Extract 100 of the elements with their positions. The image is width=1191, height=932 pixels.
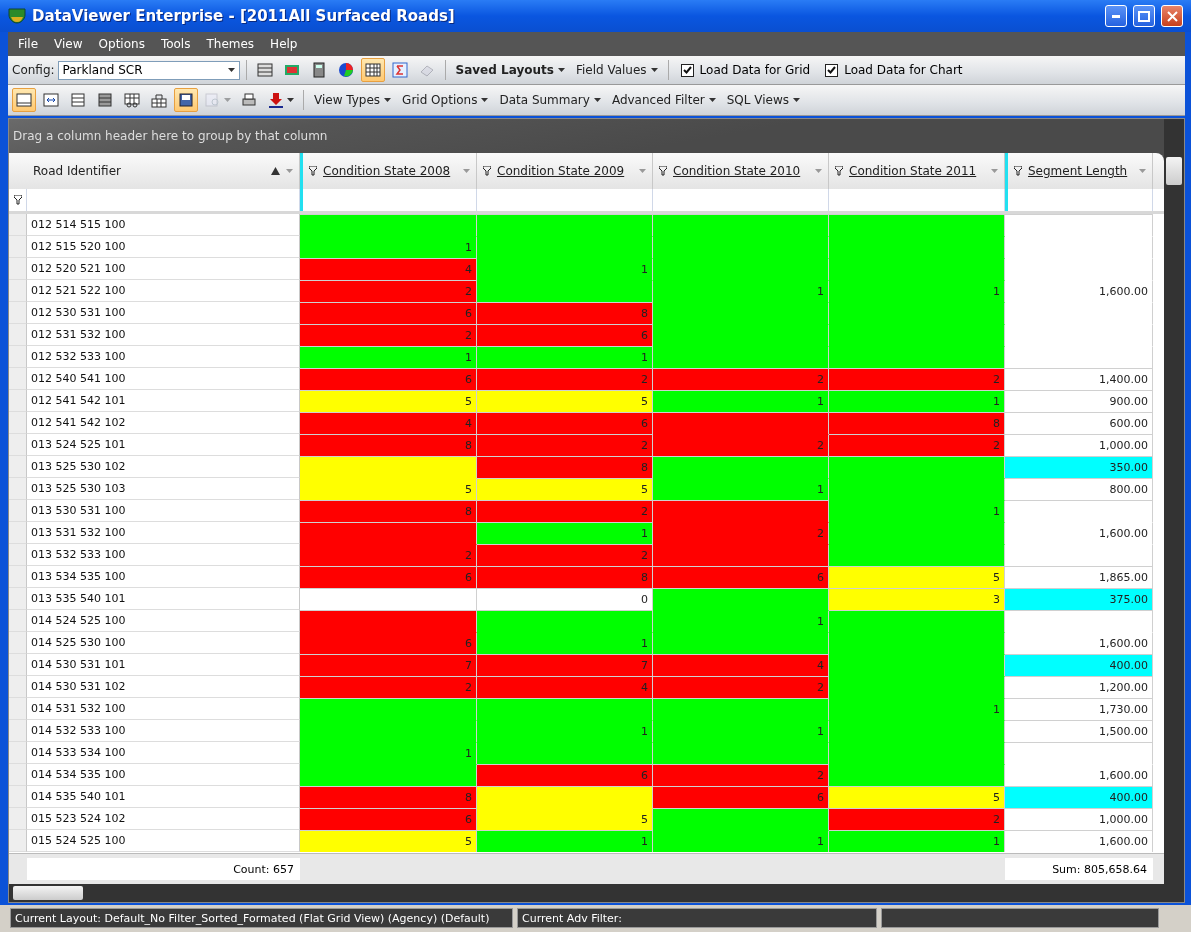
table-cell: 8 [300, 786, 477, 808]
dropdown-menu-button[interactable]: Grid Options [398, 93, 493, 107]
table-cell: 6 [477, 412, 653, 434]
list-icon [96, 91, 114, 109]
config-dropdown[interactable]: Parkland SCR [57, 60, 240, 80]
row-selector[interactable] [9, 258, 27, 280]
row-selector[interactable] [9, 830, 27, 852]
table-cell: 6 [477, 324, 653, 346]
dropdown-menu-button[interactable]: Saved Layouts [451, 63, 569, 77]
table-cell: 2 [477, 434, 653, 456]
caret-icon [639, 169, 646, 173]
table-cell: 2 [829, 808, 1005, 830]
maximize-button[interactable] [1133, 5, 1155, 27]
row-selector[interactable] [9, 500, 27, 522]
save-icon [177, 91, 195, 109]
save-button[interactable] [174, 88, 198, 112]
row-selector[interactable] [9, 566, 27, 588]
horizontal-scrollbar[interactable] [9, 884, 1184, 902]
table-cell: 350.00 [1005, 456, 1153, 478]
dropdown-menu-button[interactable]: View Types [310, 93, 396, 107]
checkbox[interactable]: Load Data for Chart [819, 63, 969, 77]
filter-cell[interactable] [300, 189, 477, 211]
checkbox[interactable]: Load Data for Grid [674, 63, 817, 77]
filter-cell[interactable] [1005, 189, 1153, 211]
table-cell: 012 521 522 100 [27, 280, 300, 302]
table-button[interactable] [360, 58, 385, 82]
table-cell: 8 [829, 412, 1005, 434]
row-selector[interactable] [9, 698, 27, 720]
row-selector[interactable] [9, 368, 27, 390]
row-selector[interactable] [9, 632, 27, 654]
row-selector[interactable] [9, 654, 27, 676]
caret-icon [708, 98, 716, 102]
table-cell: 013 525 530 102 [27, 456, 300, 478]
dropdown-menu-button[interactable]: SQL Views [722, 93, 804, 107]
table-cell: 1 [653, 610, 829, 632]
scrollbar-thumb[interactable] [13, 886, 83, 900]
dropdown-menu-button[interactable]: Advanced Filter [607, 93, 720, 107]
table-cell: 2 [653, 368, 829, 390]
lines-icon [255, 61, 274, 79]
minimize-button[interactable] [1105, 5, 1127, 27]
row-selector[interactable] [9, 302, 27, 324]
table-cell: 013 524 525 101 [27, 434, 300, 456]
table-cell: 1,200.00 [1005, 676, 1153, 698]
row-selector[interactable] [9, 544, 27, 566]
caret-icon [463, 169, 470, 173]
row-selector[interactable] [9, 280, 27, 302]
table-cell: 014 535 540 101 [27, 786, 300, 808]
row-selector[interactable] [9, 390, 27, 412]
row-selector[interactable] [9, 478, 27, 500]
row-selector[interactable] [9, 764, 27, 786]
menu-item[interactable]: View [48, 35, 89, 53]
table-cell: 012 531 532 100 [27, 324, 300, 346]
row-selector[interactable] [9, 324, 27, 346]
table-cell: 1,600.00 [1005, 830, 1153, 852]
vertical-scrollbar[interactable] [1164, 119, 1184, 884]
table-cell: 1 [477, 522, 653, 544]
row-selector[interactable] [9, 434, 27, 456]
table-cell: 2 [653, 764, 829, 786]
row-selector[interactable] [9, 610, 27, 632]
table-cell: 1,400.00 [1005, 368, 1153, 390]
row-selector[interactable] [9, 808, 27, 830]
menu-item[interactable]: Options [92, 35, 151, 53]
menu-item[interactable]: File [12, 35, 45, 53]
table-cell: 013 532 533 100 [27, 544, 300, 566]
table-cell: 4 [653, 654, 829, 676]
table-cell: 7 [300, 654, 477, 676]
menu-item[interactable]: Help [264, 35, 304, 53]
table-cell: 400.00 [1005, 786, 1153, 808]
table-cell: 014 532 533 100 [27, 720, 300, 742]
sum-summary: Sum: 805,658.64 [1005, 858, 1153, 880]
row-selector[interactable] [9, 456, 27, 478]
row-selector[interactable] [9, 720, 27, 742]
row-selector[interactable] [9, 522, 27, 544]
row-selector[interactable] [9, 742, 27, 764]
row-selector[interactable] [9, 676, 27, 698]
row-selector[interactable] [9, 588, 27, 610]
filter-icon [1014, 166, 1022, 176]
row-selector[interactable] [9, 236, 27, 258]
table-cell: 1 [829, 830, 1005, 852]
dropdown-menu-button[interactable]: Field Values [571, 63, 662, 77]
scrollbar-thumb[interactable] [1166, 157, 1182, 185]
panel-button[interactable] [12, 88, 36, 112]
row-selector[interactable] [9, 346, 27, 368]
table-cell: 013 535 540 101 [27, 588, 300, 610]
table-cell: 1 [829, 280, 1005, 302]
table-cell: 1 [653, 478, 829, 500]
table-cell: 1 [653, 720, 829, 742]
table-cell: 5 [300, 830, 477, 852]
caret-icon [991, 169, 998, 173]
menu-item[interactable]: Tools [154, 35, 197, 53]
table-icon [363, 61, 382, 79]
row-selector[interactable] [9, 786, 27, 808]
dropdown-menu-button[interactable]: Data Summary [495, 93, 605, 107]
menu-item[interactable]: Themes [200, 35, 261, 53]
table-cell: 012 541 542 102 [27, 412, 300, 434]
row-selector[interactable] [9, 412, 27, 434]
close-button[interactable] [1161, 5, 1183, 27]
table-cell: 014 525 530 100 [27, 632, 300, 654]
table-cell: 375.00 [1005, 588, 1153, 610]
table-cell: 2 [653, 676, 829, 698]
